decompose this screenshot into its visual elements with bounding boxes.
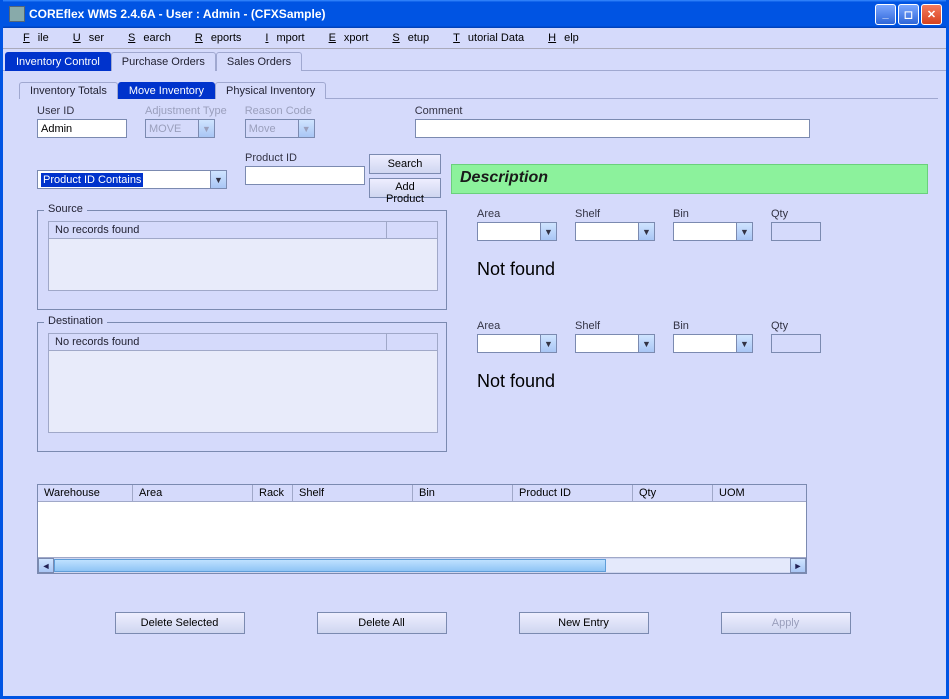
menu-file[interactable]: File bbox=[7, 30, 57, 46]
dest-area-label: Area bbox=[477, 320, 557, 332]
reason-code-value: Move bbox=[249, 123, 276, 135]
scroll-right-arrow-icon[interactable]: ► bbox=[790, 558, 806, 573]
product-id-label: Product ID bbox=[245, 152, 365, 164]
destination-grid-header: No records found bbox=[49, 334, 387, 351]
search-button[interactable]: Search bbox=[369, 154, 441, 174]
menu-user[interactable]: User bbox=[57, 30, 112, 46]
dest-qty-field bbox=[771, 334, 821, 353]
menu-import[interactable]: Import bbox=[249, 30, 312, 46]
scroll-left-arrow-icon[interactable]: ◄ bbox=[38, 558, 54, 573]
window-title: COREflex WMS 2.4.6A - User : Admin - (CF… bbox=[29, 7, 875, 21]
source-shelf-label: Shelf bbox=[575, 208, 655, 220]
user-id-label: User ID bbox=[37, 105, 127, 117]
col-product-id[interactable]: Product ID bbox=[513, 485, 633, 502]
dest-shelf-label: Shelf bbox=[575, 320, 655, 332]
source-qty-label: Qty bbox=[771, 208, 821, 220]
adjustment-type-label: Adjustment Type bbox=[145, 105, 227, 117]
dest-not-found: Not found bbox=[477, 371, 821, 392]
source-grid-header: No records found bbox=[49, 222, 387, 239]
chevron-down-icon: ▼ bbox=[736, 223, 752, 240]
search-mode-value: Product ID Contains bbox=[41, 173, 143, 187]
source-grid[interactable]: No records found bbox=[48, 221, 438, 291]
destination-fieldset: Destination No records found bbox=[37, 322, 447, 452]
col-area[interactable]: Area bbox=[133, 485, 253, 502]
source-area-label: Area bbox=[477, 208, 557, 220]
adjustment-type-value: MOVE bbox=[149, 123, 181, 135]
source-legend: Source bbox=[44, 203, 87, 215]
destination-grid[interactable]: No records found bbox=[48, 333, 438, 433]
chevron-down-icon: ▼ bbox=[210, 171, 226, 188]
reason-code-label: Reason Code bbox=[245, 105, 315, 117]
chevron-down-icon: ▼ bbox=[736, 335, 752, 352]
chevron-down-icon: ▼ bbox=[540, 223, 556, 240]
source-not-found: Not found bbox=[477, 259, 821, 280]
reason-code-select: Move ▼ bbox=[245, 119, 315, 138]
col-shelf[interactable]: Shelf bbox=[293, 485, 413, 502]
sub-tabs: Inventory Totals Move Inventory Physical… bbox=[19, 81, 938, 99]
menu-search[interactable]: Search bbox=[112, 30, 179, 46]
col-rack[interactable]: Rack bbox=[253, 485, 293, 502]
source-bin-select[interactable]: ▼ bbox=[673, 222, 753, 241]
user-id-field[interactable] bbox=[37, 119, 127, 138]
description-box: Description bbox=[451, 164, 928, 194]
tab-physical-inventory[interactable]: Physical Inventory bbox=[215, 82, 326, 99]
search-mode-select[interactable]: Product ID Contains ▼ bbox=[37, 170, 227, 189]
menu-reports[interactable]: Reports bbox=[179, 30, 250, 46]
menu-setup[interactable]: Setup bbox=[376, 30, 437, 46]
menu-export[interactable]: Export bbox=[313, 30, 377, 46]
col-bin[interactable]: Bin bbox=[413, 485, 513, 502]
horizontal-scrollbar[interactable]: ◄ ► bbox=[38, 557, 806, 573]
destination-grid-header-2 bbox=[387, 334, 437, 351]
source-area-select[interactable]: ▼ bbox=[477, 222, 557, 241]
tab-inventory-control[interactable]: Inventory Control bbox=[5, 52, 111, 71]
delete-selected-button[interactable]: Delete Selected bbox=[115, 612, 245, 634]
new-entry-button[interactable]: New Entry bbox=[519, 612, 649, 634]
col-qty[interactable]: Qty bbox=[633, 485, 713, 502]
results-grid[interactable]: Warehouse Area Rack Shelf Bin Product ID… bbox=[37, 484, 807, 574]
product-id-field[interactable] bbox=[245, 166, 365, 185]
delete-all-button[interactable]: Delete All bbox=[317, 612, 447, 634]
dest-qty-label: Qty bbox=[771, 320, 821, 332]
source-qty-field bbox=[771, 222, 821, 241]
titlebar: COREflex WMS 2.4.6A - User : Admin - (CF… bbox=[3, 0, 946, 28]
minimize-button[interactable]: _ bbox=[875, 4, 896, 25]
destination-legend: Destination bbox=[44, 315, 107, 327]
tab-inventory-totals[interactable]: Inventory Totals bbox=[19, 82, 118, 99]
adjustment-type-select: MOVE ▼ bbox=[145, 119, 215, 138]
comment-field[interactable] bbox=[415, 119, 810, 138]
add-product-button[interactable]: Add Product bbox=[369, 178, 441, 198]
source-shelf-select[interactable]: ▼ bbox=[575, 222, 655, 241]
scroll-thumb[interactable] bbox=[54, 559, 606, 572]
chevron-down-icon: ▼ bbox=[198, 120, 214, 137]
dest-bin-select[interactable]: ▼ bbox=[673, 334, 753, 353]
dest-shelf-select[interactable]: ▼ bbox=[575, 334, 655, 353]
tab-sales-orders[interactable]: Sales Orders bbox=[216, 52, 302, 71]
col-warehouse[interactable]: Warehouse bbox=[38, 485, 133, 502]
close-button[interactable]: ✕ bbox=[921, 4, 942, 25]
chevron-down-icon: ▼ bbox=[638, 335, 654, 352]
maximize-button[interactable]: ◻ bbox=[898, 4, 919, 25]
app-icon bbox=[9, 6, 25, 22]
menubar: File User Search Reports Import Export S… bbox=[3, 28, 946, 49]
tab-purchase-orders[interactable]: Purchase Orders bbox=[111, 52, 216, 71]
source-grid-header-2 bbox=[387, 222, 437, 239]
apply-button: Apply bbox=[721, 612, 851, 634]
dest-area-select[interactable]: ▼ bbox=[477, 334, 557, 353]
chevron-down-icon: ▼ bbox=[638, 223, 654, 240]
comment-label: Comment bbox=[415, 105, 810, 117]
col-uom[interactable]: UOM bbox=[713, 485, 806, 502]
menu-tutorial-data[interactable]: Tutorial Data bbox=[437, 30, 532, 46]
main-tabs: Inventory Control Purchase Orders Sales … bbox=[3, 51, 946, 71]
chevron-down-icon: ▼ bbox=[298, 120, 314, 137]
source-bin-label: Bin bbox=[673, 208, 753, 220]
chevron-down-icon: ▼ bbox=[540, 335, 556, 352]
dest-bin-label: Bin bbox=[673, 320, 753, 332]
menu-help[interactable]: Help bbox=[532, 30, 587, 46]
source-fieldset: Source No records found bbox=[37, 210, 447, 310]
tab-move-inventory[interactable]: Move Inventory bbox=[118, 82, 215, 99]
